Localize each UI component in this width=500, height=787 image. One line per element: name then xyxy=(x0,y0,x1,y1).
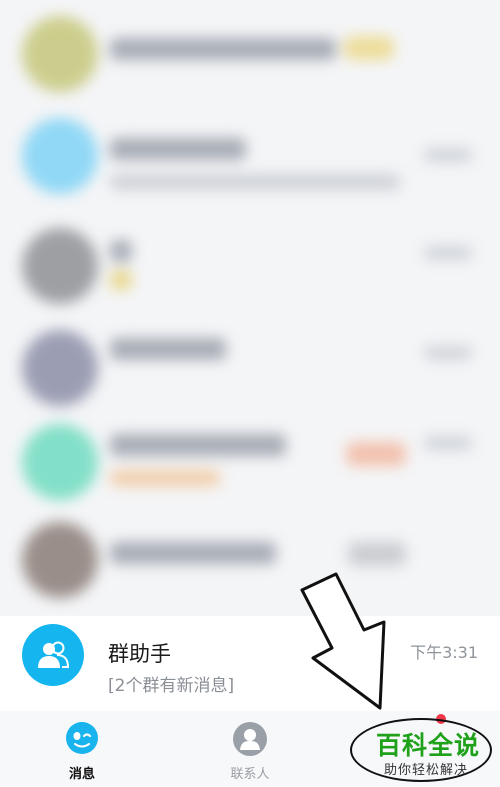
avatar xyxy=(22,424,98,500)
group-helper-title: 群助手 xyxy=(108,642,171,666)
group-helper-time: 下午3:31 xyxy=(410,643,478,662)
avatar xyxy=(22,228,98,304)
watermark-subtitle: 助你轻松解决 xyxy=(384,763,469,778)
list-item[interactable] xyxy=(0,414,500,514)
group-people-icon xyxy=(22,624,84,686)
tab-messages[interactable]: 消息 xyxy=(22,711,142,787)
tab-contacts[interactable]: 联系人 xyxy=(190,711,310,787)
avatar xyxy=(22,118,98,194)
list-item[interactable] xyxy=(0,0,500,100)
contact-person-icon xyxy=(232,721,268,757)
avatar xyxy=(22,16,98,92)
group-helper-preview: [2个群有新消息] xyxy=(108,676,235,696)
tab-messages-label: 消息 xyxy=(68,767,95,782)
avatar xyxy=(22,330,98,406)
message-bubble-icon xyxy=(64,721,100,757)
list-item[interactable] xyxy=(0,512,500,612)
chat-list-blurred xyxy=(0,0,500,612)
list-item[interactable] xyxy=(0,108,500,208)
watermark-title: 百科全说 xyxy=(376,731,481,760)
tab-contacts-label: 联系人 xyxy=(230,767,270,782)
list-item[interactable] xyxy=(0,320,500,420)
list-item[interactable] xyxy=(0,218,500,318)
avatar xyxy=(22,522,98,598)
group-helper-item[interactable]: 群助手 [2个群有新消息] 下午3:31 xyxy=(0,616,500,711)
